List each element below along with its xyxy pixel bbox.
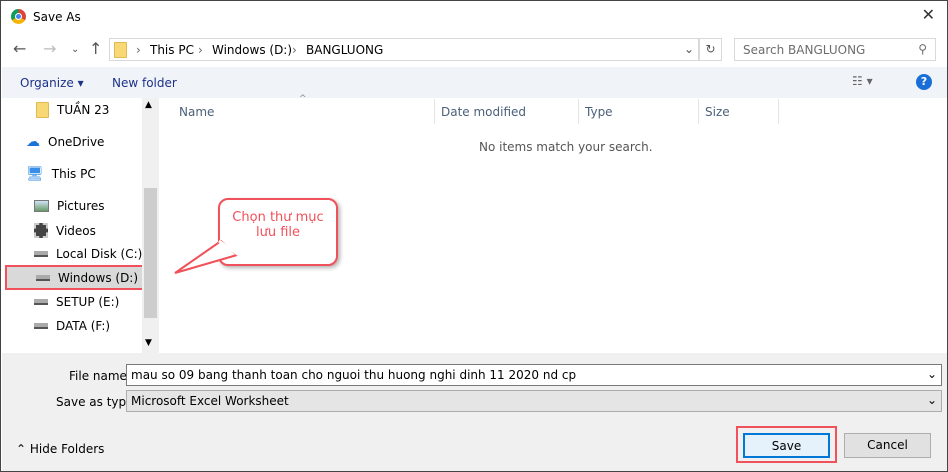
forward-icon[interactable]: → [43,39,56,58]
file-name-input[interactable]: mau so 09 bang thanh toan cho nguoi thu … [126,364,942,386]
sidebar-item-pictures[interactable]: Pictures [34,199,105,213]
column-type[interactable]: Type [579,99,619,124]
sidebar-item-tuan-23[interactable]: TUẦN 23 [36,102,109,118]
file-name-label: File name: [69,369,131,383]
hide-folders-button[interactable]: ⌃ Hide Folders [16,442,104,456]
breadcrumb-windows-d[interactable]: Windows (D:) [212,43,292,57]
chevron-up-icon: ⌃ [16,442,27,456]
sidebar-item-windows-d[interactable]: Windows (D:) [5,265,144,290]
folder-icon [36,102,49,118]
chevron-down-icon: ⌄ [926,367,937,381]
new-folder-button[interactable]: New folder [112,76,177,90]
address-dropdown-icon[interactable]: ⌄ [684,42,694,56]
save-as-type-select[interactable]: Microsoft Excel Worksheet ⌄ [126,390,942,412]
column-date-modified[interactable]: Date modified [435,99,532,124]
callout-pointer [174,239,240,274]
sidebar-item-this-pc[interactable]: 🖥 This PC [26,166,96,182]
breadcrumb-this-pc[interactable]: This PC [150,43,194,57]
drive-icon [34,323,48,329]
navigation-pane: TUẦN 23 ☁ OneDrive 🖥 This PC Pictures Vide… [2,98,159,353]
save-button[interactable]: Save [743,433,830,458]
back-icon[interactable]: ← [13,39,26,58]
empty-message: No items match your search. [479,140,653,154]
view-options-icon[interactable]: ☷ ▾ [852,74,873,88]
sidebar-item-videos[interactable]: Videos [34,223,96,238]
address-bar[interactable]: › This PC › Windows (D:) › BANGLUONG ⌄ [109,38,699,61]
help-icon[interactable]: ? [916,74,932,90]
cancel-button[interactable]: Cancel [844,433,931,458]
chrome-icon [11,9,26,24]
chevron-down-icon: ⌄ [926,393,937,407]
toolbar: Organize ▾ New folder ☷ ▾ ? [2,67,947,98]
cloud-icon: ☁ [26,134,40,150]
sidebar-scroll-thumb[interactable] [144,188,157,318]
computer-icon: 🖥 [26,166,44,182]
refresh-icon[interactable]: ↻ [699,38,722,61]
column-name[interactable]: Name [173,99,220,124]
close-icon[interactable]: ✕ [922,5,935,24]
sidebar-item-onedrive[interactable]: ☁ OneDrive [26,134,104,150]
up-icon[interactable]: ↑ [89,39,102,58]
pictures-icon [34,200,49,212]
search-placeholder: Search BANGLUONG [743,43,866,57]
sidebar-item-setup-e[interactable]: SETUP (E:) [34,295,119,309]
breadcrumb-bangluong[interactable]: BANGLUONG [306,43,383,57]
sort-ascending-icon: ^ [299,94,307,104]
drive-icon [34,299,48,305]
save-form: File name: mau so 09 bang thanh toan cho… [2,353,947,471]
drive-icon [34,251,48,257]
column-size[interactable]: Size [699,99,736,124]
recent-chevron-icon[interactable]: ⌄ [71,44,79,55]
videos-icon [34,223,48,238]
drive-icon [36,274,50,281]
organize-button[interactable]: Organize ▾ [20,76,84,90]
save-as-dialog: Save As ✕ ← → ⌄ ↑ › This PC › Windows (D… [0,0,948,472]
search-input[interactable]: Search BANGLUONG ⚲ [734,38,936,61]
sidebar-item-data-f[interactable]: DATA (F:) [34,319,110,333]
folder-icon [114,42,127,58]
sidebar-item-local-disk-c[interactable]: Local Disk (C:) [34,247,142,261]
search-icon: ⚲ [918,42,927,56]
window-title: Save As [33,10,81,24]
